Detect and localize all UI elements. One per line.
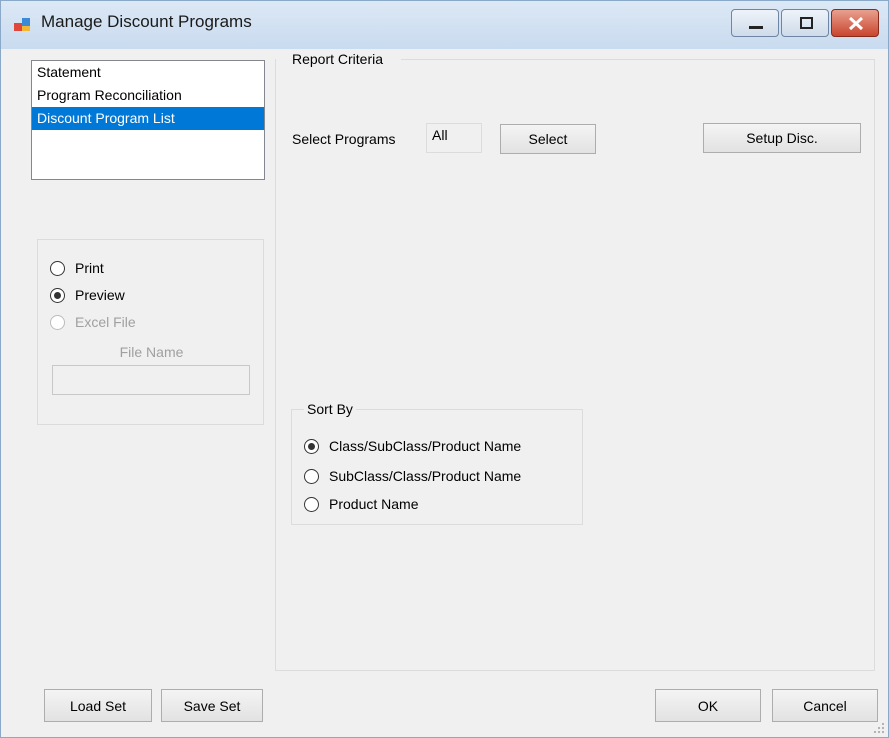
close-button[interactable] xyxy=(831,9,879,37)
sort-by-legend: Sort By xyxy=(304,401,356,417)
file-name-input xyxy=(52,365,250,395)
sort-product-name[interactable]: Product Name xyxy=(304,496,418,512)
sort-class-subclass-radio[interactable] xyxy=(304,438,319,454)
select-programs-value: All xyxy=(426,123,482,153)
list-item-discount-program-list[interactable]: Discount Program List xyxy=(32,107,264,130)
print-radio[interactable] xyxy=(50,260,65,276)
print-option[interactable]: Print xyxy=(50,260,104,276)
app-icon xyxy=(14,18,30,31)
list-item-statement[interactable]: Statement xyxy=(32,61,264,84)
close-icon xyxy=(848,16,864,31)
file-name-label: File Name xyxy=(119,344,184,360)
load-set-button[interactable]: Load Set xyxy=(44,689,152,722)
sort-product-name-radio[interactable] xyxy=(304,496,319,512)
select-programs-label: Select Programs xyxy=(292,131,396,147)
cancel-button[interactable]: Cancel xyxy=(772,689,878,722)
minimize-icon xyxy=(749,26,763,29)
save-set-button[interactable]: Save Set xyxy=(161,689,263,722)
select-button[interactable]: Select xyxy=(500,124,596,154)
manage-discount-programs-window: Manage Discount Programs Statement Progr… xyxy=(0,0,889,738)
print-label: Print xyxy=(75,260,104,276)
sort-subclass-class-label: SubClass/Class/Product Name xyxy=(329,468,522,484)
sort-subclass-class-radio[interactable] xyxy=(304,468,319,484)
setup-disc-button[interactable]: Setup Disc. xyxy=(703,123,861,153)
sort-product-name-label: Product Name xyxy=(329,496,419,512)
sort-class-subclass-product[interactable]: Class/SubClass/Product Name xyxy=(304,438,521,454)
maximize-icon xyxy=(800,17,813,29)
report-criteria-group: Report Criteria Select Programs All Sele… xyxy=(275,51,875,671)
sort-by-group: Sort By Class/SubClass/Product Name SubC… xyxy=(291,401,583,525)
sort-subclass-class-product[interactable]: SubClass/Class/Product Name xyxy=(304,468,521,484)
report-type-list[interactable]: Statement Program Reconciliation Discoun… xyxy=(31,60,265,180)
excel-file-label: Excel File xyxy=(75,314,136,330)
report-criteria-legend: Report Criteria xyxy=(290,51,386,67)
title-bar[interactable]: Manage Discount Programs xyxy=(1,1,888,49)
list-item-program-reconciliation[interactable]: Program Reconciliation xyxy=(32,84,264,107)
minimize-button[interactable] xyxy=(731,9,779,37)
preview-radio[interactable] xyxy=(50,287,65,303)
ok-button[interactable]: OK xyxy=(655,689,761,722)
output-options-group: Print Preview Excel File File Name xyxy=(37,239,264,425)
excel-file-radio xyxy=(50,314,65,330)
sort-class-subclass-label: Class/SubClass/Product Name xyxy=(329,438,522,454)
window-title: Manage Discount Programs xyxy=(41,12,252,31)
preview-option[interactable]: Preview xyxy=(50,287,125,303)
maximize-button[interactable] xyxy=(781,9,829,37)
client-area: Statement Program Reconciliation Discoun… xyxy=(1,49,888,737)
excel-file-option: Excel File xyxy=(50,314,136,330)
preview-label: Preview xyxy=(75,287,125,303)
resize-grip-icon[interactable] xyxy=(873,721,885,733)
